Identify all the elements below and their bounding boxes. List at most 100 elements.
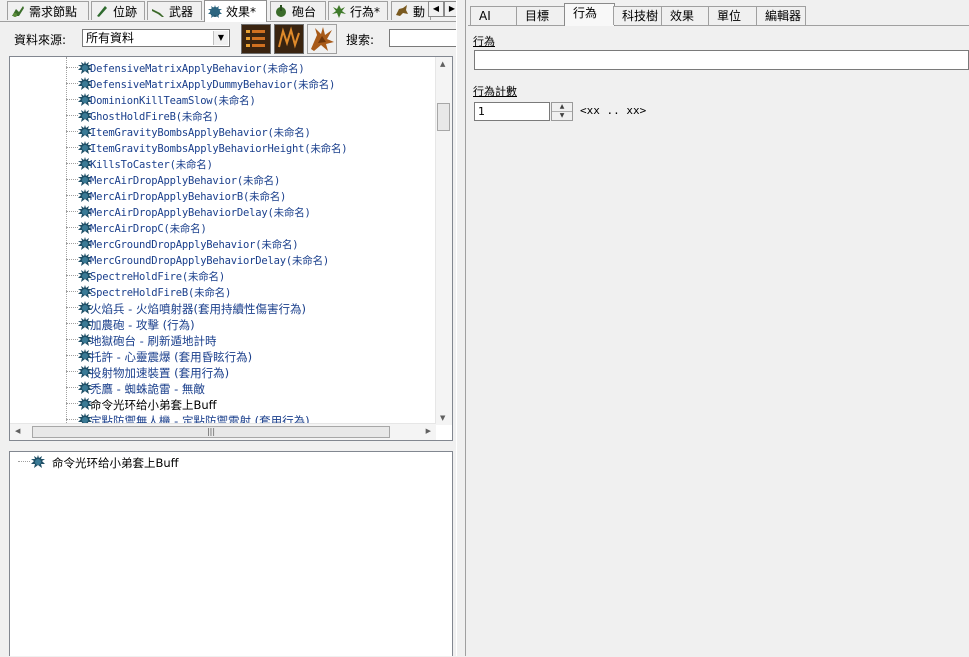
horizontal-scroll-thumb[interactable]: ||| [32, 426, 390, 438]
tree-item-label: 托許 - 心靈震爆 (套用昏眩行為) [90, 350, 253, 364]
tree-item-label: 禿鷹 - 蜘蛛詭雷 - 無敵 [90, 382, 205, 396]
editor-type-tabs: 需求節點 位跡 武器 效果* 砲台 行為* 動 ◀ ▶ [0, 0, 462, 22]
tree-item[interactable]: ItemGravityBombsApplyBehaviorHeight(未命名) [10, 140, 436, 156]
tab-label: 位跡 [113, 4, 138, 19]
tree-item-label: ItemGravityBombsApplyBehavior(未命名) [90, 127, 311, 139]
list-view-button[interactable] [241, 24, 271, 54]
search-input[interactable] [389, 29, 459, 47]
tab-tech-tree[interactable]: 科技樹 [613, 6, 663, 25]
search-label: 搜索: [346, 33, 375, 47]
tab-label: 砲台 [292, 4, 317, 19]
tree-item-label: KillsToCaster(未命名) [90, 159, 213, 171]
count-range: <xx .. xx> [580, 104, 647, 117]
tree-item[interactable]: MercAirDropC(未命名) [10, 220, 436, 236]
count-spinner[interactable]: ▲ ▼ [551, 102, 573, 121]
vertical-scroll-thumb[interactable] [437, 103, 450, 131]
tree-node-icon [30, 454, 46, 473]
tab-ai[interactable]: AI [470, 6, 518, 25]
scroll-left-icon: ◀ [15, 427, 21, 435]
tree-item-label: MercAirDropApplyBehaviorDelay(未命名) [90, 207, 311, 219]
tab-turrets[interactable]: 砲台 [270, 1, 326, 20]
tab-target[interactable]: 目標 [516, 6, 565, 25]
tab-weapons[interactable]: 武器 [147, 1, 202, 20]
tab-label: 動 [413, 4, 426, 19]
tab-unit[interactable]: 單位 [708, 6, 758, 25]
tree-item-label: DominionKillTeamSlow(未命名) [90, 95, 256, 107]
effect-icon [208, 4, 222, 18]
tab-behaviors[interactable]: 行為* [328, 1, 388, 20]
reference-tree[interactable]: 命令光环给小弟套上Buff [9, 451, 453, 656]
tree-item[interactable]: SpectreHoldFireB(未命名) [10, 284, 436, 300]
tree-item[interactable]: MercAirDropApplyBehavior(未命名) [10, 172, 436, 188]
tree-item-label[interactable]: 命令光环给小弟套上Buff [52, 455, 179, 471]
tree-item[interactable]: 托許 - 心靈震爆 (套用昏眩行為) [10, 348, 436, 364]
tree-item-label: 加農砲 - 攻擊 (行為) [90, 318, 195, 332]
tree-item-label: ItemGravityBombsApplyBehaviorHeight(未命名) [90, 143, 348, 155]
chevron-down-icon: ▼ [213, 31, 228, 45]
tab-scroll-left-button[interactable]: ◀ [428, 1, 444, 17]
source-value: 所有資料 [86, 31, 135, 45]
scroll-down-icon: ▼ [440, 414, 446, 422]
tab-label: 行為* [350, 4, 381, 19]
vertical-scrollbar[interactable]: ▲ ▼ [435, 57, 452, 425]
behavior-count-input[interactable]: 1 [474, 102, 550, 121]
tree-item[interactable]: 命令光环给小弟套上Buff [10, 396, 436, 412]
behavior-count-label: 行為計數 [473, 85, 517, 98]
tree-item[interactable]: 地獄砲台 - 刷新遁地計時 [10, 332, 436, 348]
tree-item[interactable]: DefensiveMatrixApplyDummyBehavior(未命名) [10, 76, 436, 92]
scroll-right-icon: ▶ [425, 427, 431, 435]
tree-item[interactable]: KillsToCaster(未命名) [10, 156, 436, 172]
tree-item-label: MercAirDropApplyBehavior(未命名) [90, 175, 281, 187]
tree-item[interactable]: GhostHoldFireB(未命名) [10, 108, 436, 124]
behavior-field-label: 行為 [473, 35, 495, 48]
horizontal-scrollbar[interactable]: ◀ ||| ▶ [10, 423, 436, 440]
source-label: 資料來源: [14, 33, 67, 47]
data-tree[interactable]: DefensiveMatrixApplyBehavior(未命名) Defensi… [9, 56, 453, 441]
tab-behavior[interactable]: 行為 [564, 3, 615, 26]
tree-item-label: SpectreHoldFireB(未命名) [90, 287, 232, 299]
tab-actors[interactable]: 動 [391, 1, 431, 20]
requirement-icon [12, 6, 24, 17]
tree-item[interactable]: SpectreHoldFire(未命名) [10, 268, 436, 284]
weapon-icon [152, 9, 164, 17]
tree-item[interactable]: ItemGravityBombsApplyBehavior(未命名) [10, 124, 436, 140]
creature-icon [311, 27, 334, 51]
tab-footprints[interactable]: 位跡 [91, 1, 145, 20]
tab-label: 武器 [169, 4, 194, 19]
spin-down-icon[interactable]: ▼ [552, 111, 572, 120]
tree-item[interactable]: 禿鷹 - 蜘蛛詭雷 - 無敵 [10, 380, 436, 396]
tree-item[interactable]: DefensiveMatrixApplyBehavior(未命名) [10, 60, 436, 76]
tab-effect[interactable]: 效果 [661, 6, 710, 25]
tree-item[interactable]: MercAirDropApplyBehaviorB(未命名) [10, 188, 436, 204]
source-dropdown[interactable]: 所有資料 ▼ [82, 29, 230, 47]
tab-label: 需求節點 [29, 4, 78, 19]
tree-item[interactable]: 加農砲 - 攻擊 (行為) [10, 316, 436, 332]
tab-editor[interactable]: 編輯器 [756, 6, 806, 25]
tree-item[interactable]: 投射物加速裝置 (套用行為) [10, 364, 436, 380]
spin-up-icon[interactable]: ▲ [552, 103, 572, 111]
creature-filter-button[interactable] [307, 24, 337, 54]
tree-item-label: GhostHoldFireB(未命名) [90, 111, 219, 123]
tab-effects[interactable]: 效果* [204, 0, 267, 22]
tree-item-label: MercGroundDropApplyBehavior(未命名) [90, 239, 299, 251]
tree-item-label: 火焰兵 - 火焰噴射器(套用持續性傷害行為) [90, 302, 306, 316]
triangle-right-icon: ▶ [448, 4, 456, 13]
tree-item[interactable]: MercGroundDropApplyBehavior(未命名) [10, 236, 436, 252]
tree-item[interactable]: MercAirDropApplyBehaviorDelay(未命名) [10, 204, 436, 220]
behavior-field[interactable] [474, 50, 969, 70]
tree-item[interactable]: MercGroundDropApplyBehaviorDelay(未命名) [10, 252, 436, 268]
behavior-icon [332, 5, 346, 18]
tree-item[interactable]: 火焰兵 - 火焰噴射器(套用持續性傷害行為) [10, 300, 436, 316]
footprint-icon [97, 6, 107, 17]
turret-icon [276, 5, 286, 17]
tree-guide-line [18, 461, 30, 462]
actor-icon [396, 5, 408, 16]
panel-splitter[interactable] [456, 0, 466, 656]
group-view-button[interactable] [274, 24, 304, 54]
tree-item-label: DefensiveMatrixApplyDummyBehavior(未命名) [90, 79, 336, 91]
tree-item-label: 命令光环给小弟套上Buff [90, 398, 217, 412]
tree-item-label: 投射物加速裝置 (套用行為) [90, 366, 230, 380]
tree-item[interactable]: DominionKillTeamSlow(未命名) [10, 92, 436, 108]
tab-label: 效果* [226, 5, 257, 19]
tab-requirements[interactable]: 需求節點 [7, 1, 89, 20]
